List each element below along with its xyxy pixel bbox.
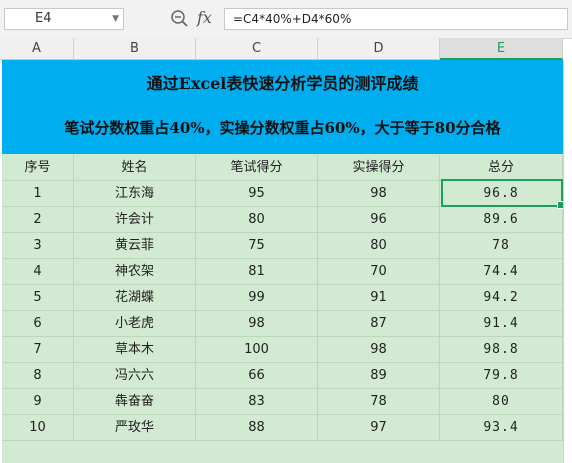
column-header-c[interactable]: C bbox=[196, 38, 318, 60]
cell-practical-score[interactable]: 97 bbox=[318, 415, 440, 441]
cell-seq[interactable]: 1 bbox=[2, 181, 74, 207]
header-practical-score[interactable]: 实操得分 bbox=[318, 155, 440, 181]
header-name[interactable]: 姓名 bbox=[74, 155, 196, 181]
column-header-a[interactable]: A bbox=[0, 38, 74, 60]
cell-total-score[interactable]: 98.8 bbox=[440, 337, 563, 363]
selected-cell-e4[interactable] bbox=[441, 179, 565, 209]
cell-written-score[interactable]: 81 bbox=[196, 259, 318, 285]
cell-total-score[interactable]: 89.6 bbox=[440, 207, 563, 233]
cell-name[interactable]: 江东海 bbox=[74, 181, 196, 207]
sheet-title: 通过Excel表快速分析学员的测评成绩 bbox=[146, 74, 419, 93]
cell-name[interactable]: 小老虎 bbox=[74, 311, 196, 337]
cell-practical-score[interactable]: 70 bbox=[318, 259, 440, 285]
table-header-row: 序号 姓名 笔试得分 实操得分 总分 bbox=[2, 155, 563, 181]
cell-practical-score[interactable]: 98 bbox=[318, 181, 440, 207]
table-row: 10 严玫华 88 97 93.4 bbox=[2, 415, 563, 441]
header-seq[interactable]: 序号 bbox=[2, 155, 74, 181]
cell-total-score[interactable]: 78 bbox=[440, 233, 563, 259]
cell-written-score[interactable]: 66 bbox=[196, 363, 318, 389]
cell-total-score[interactable]: 94.2 bbox=[440, 285, 563, 311]
formula-bar: E4 ▼ fx =C4*40%+D4*60% bbox=[0, 0, 572, 39]
cell-written-score[interactable]: 95 bbox=[196, 181, 318, 207]
cell-written-score[interactable]: 83 bbox=[196, 389, 318, 415]
cell-seq[interactable]: 8 bbox=[2, 363, 74, 389]
table-row: 3 黄云菲 75 80 78 bbox=[2, 233, 563, 259]
grid-edge bbox=[563, 60, 572, 463]
cell-practical-score[interactable]: 80 bbox=[318, 233, 440, 259]
cell-written-score[interactable]: 99 bbox=[196, 285, 318, 311]
cell-seq[interactable]: 10 bbox=[2, 415, 74, 441]
cell-seq[interactable]: 2 bbox=[2, 207, 74, 233]
cell-written-score[interactable]: 100 bbox=[196, 337, 318, 363]
cell-total-score[interactable]: 80 bbox=[440, 389, 563, 415]
cell-name[interactable]: 冯六六 bbox=[74, 363, 196, 389]
header-total-score[interactable]: 总分 bbox=[440, 155, 563, 181]
column-header-b[interactable]: B bbox=[74, 38, 196, 60]
cell-seq[interactable]: 3 bbox=[2, 233, 74, 259]
cell-seq[interactable]: 6 bbox=[2, 311, 74, 337]
cell-name[interactable]: 花湖蝶 bbox=[74, 285, 196, 311]
cell-total-score[interactable]: 91.4 bbox=[440, 311, 563, 337]
cell-practical-score[interactable]: 87 bbox=[318, 311, 440, 337]
column-header-e[interactable]: E bbox=[440, 38, 563, 60]
cell-written-score[interactable]: 88 bbox=[196, 415, 318, 441]
table-row: 5 花湖蝶 99 91 94.2 bbox=[2, 285, 563, 311]
table-row: 8 冯六六 66 89 79.8 bbox=[2, 363, 563, 389]
spreadsheet-grid: A B C D E 通过Excel表快速分析学员的测评成绩 笔试分数权重占40%… bbox=[0, 38, 572, 463]
cell-total-score[interactable]: 79.8 bbox=[440, 363, 563, 389]
cell-name[interactable]: 犇奋奋 bbox=[74, 389, 196, 415]
cell-practical-score[interactable]: 91 bbox=[318, 285, 440, 311]
cell-total-score[interactable]: 93.4 bbox=[440, 415, 563, 441]
cell-name[interactable]: 草本木 bbox=[74, 337, 196, 363]
cell-practical-score[interactable]: 89 bbox=[318, 363, 440, 389]
formula-input[interactable]: =C4*40%+D4*60% bbox=[224, 8, 568, 30]
table-row: 7 草本木 100 98 98.8 bbox=[2, 337, 563, 363]
cell-name[interactable]: 许会计 bbox=[74, 207, 196, 233]
table-row: 2 许会计 80 96 89.6 bbox=[2, 207, 563, 233]
cell-written-score[interactable]: 75 bbox=[196, 233, 318, 259]
sheet-subtitle: 笔试分数权重占40%，实操分数权重占60%，大于等于80分合格 bbox=[64, 119, 501, 137]
cell-total-score[interactable]: 74.4 bbox=[440, 259, 563, 285]
header-written-score[interactable]: 笔试得分 bbox=[196, 155, 318, 181]
title-banner[interactable]: 通过Excel表快速分析学员的测评成绩 笔试分数权重占40%，实操分数权重占60… bbox=[2, 60, 563, 154]
table-row: 9 犇奋奋 83 78 80 bbox=[2, 389, 563, 415]
chevron-down-icon[interactable]: ▼ bbox=[112, 9, 119, 29]
name-box[interactable]: E4 ▼ bbox=[4, 8, 124, 30]
cell-seq[interactable]: 5 bbox=[2, 285, 74, 311]
cell-reference: E4 bbox=[35, 11, 52, 26]
cell-seq[interactable]: 7 bbox=[2, 337, 74, 363]
cell-name[interactable]: 严玫华 bbox=[74, 415, 196, 441]
cell-seq[interactable]: 4 bbox=[2, 259, 74, 285]
cell-name[interactable]: 神农架 bbox=[74, 259, 196, 285]
table-row: 6 小老虎 98 87 91.4 bbox=[2, 311, 563, 337]
cell-name[interactable]: 黄云菲 bbox=[74, 233, 196, 259]
fx-icon[interactable]: fx bbox=[197, 8, 212, 27]
cell-seq[interactable]: 9 bbox=[2, 389, 74, 415]
cell-written-score[interactable]: 80 bbox=[196, 207, 318, 233]
table-row: 4 神农架 81 70 74.4 bbox=[2, 259, 563, 285]
cell-written-score[interactable]: 98 bbox=[196, 311, 318, 337]
cell-practical-score[interactable]: 78 bbox=[318, 389, 440, 415]
cell-practical-score[interactable]: 98 bbox=[318, 337, 440, 363]
column-header-d[interactable]: D bbox=[318, 38, 440, 60]
cell-practical-score[interactable]: 96 bbox=[318, 207, 440, 233]
zoom-icon[interactable] bbox=[170, 9, 190, 29]
